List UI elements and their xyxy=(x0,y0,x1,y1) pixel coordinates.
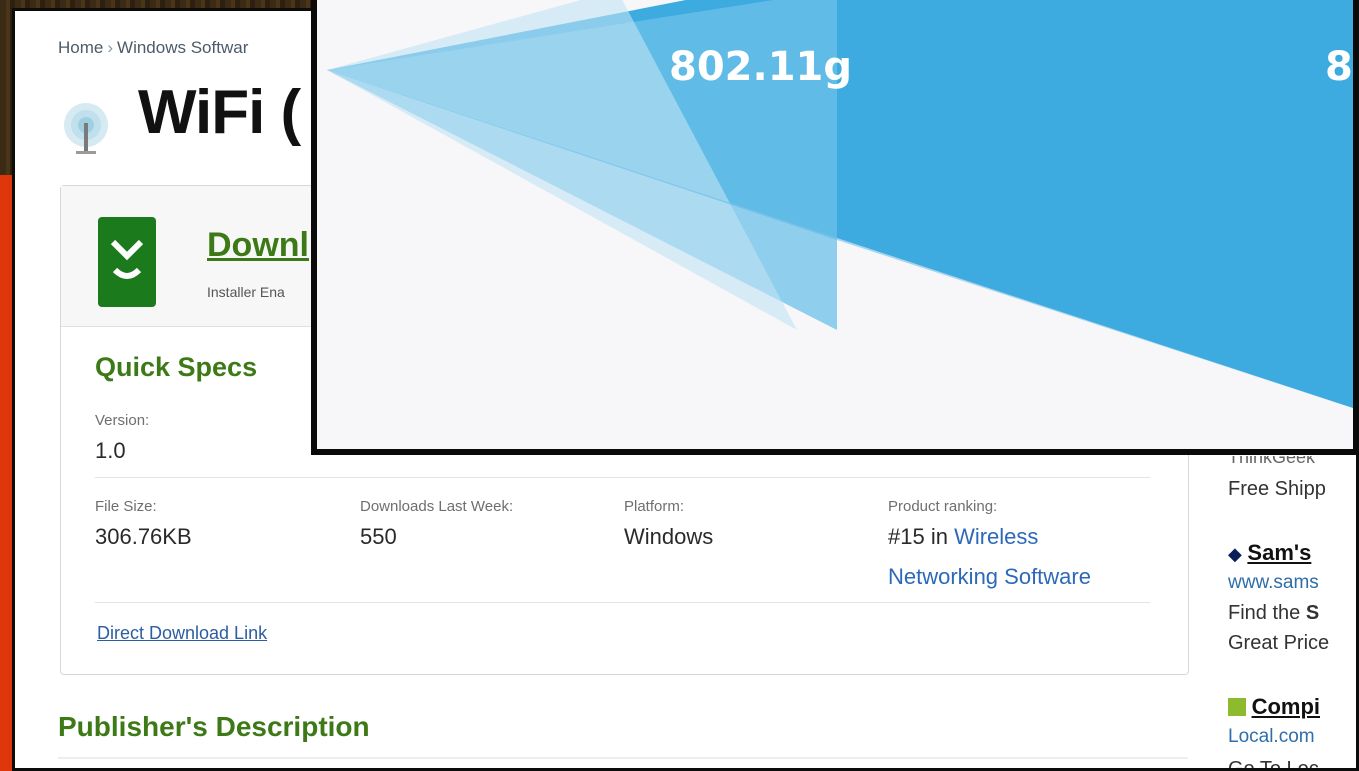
divider xyxy=(58,757,1188,759)
ad-title-link[interactable]: Compi xyxy=(1252,694,1320,719)
ranking-value: #15 in Wireless xyxy=(888,524,1038,550)
breadcrumb-home[interactable]: Home xyxy=(58,38,103,57)
ad-text: Great Price xyxy=(1228,632,1330,654)
standard-label-80211g: 802.11g xyxy=(669,44,852,90)
ad-url[interactable]: www.sams xyxy=(1228,572,1319,594)
ad-title-partial[interactable]: ThinkGeek xyxy=(1228,456,1315,470)
diamond-icon: ◆ xyxy=(1228,544,1242,564)
download-chevron-icon[interactable] xyxy=(98,217,156,307)
wifi-antenna-icon xyxy=(60,99,112,157)
ad-text: Find the S xyxy=(1228,602,1319,625)
direct-download-link[interactable]: Direct Download Link xyxy=(97,623,267,644)
ad-title-link[interactable]: Sam's xyxy=(1247,540,1311,565)
platform-value: Windows xyxy=(624,524,714,549)
ad-item[interactable]: Compi xyxy=(1228,694,1320,720)
ad-url[interactable]: Local.com xyxy=(1228,726,1315,748)
ad-item[interactable]: ◆ Sam's xyxy=(1228,540,1311,566)
breadcrumb: Home › Windows Softwar xyxy=(58,38,248,58)
quick-specs-heading: Quick Specs xyxy=(95,352,258,382)
divider xyxy=(95,602,1150,603)
ranking-label: Product ranking: xyxy=(888,498,998,515)
divider xyxy=(95,477,1150,478)
breadcrumb-separator: › xyxy=(107,38,114,57)
downloads-value: 550 xyxy=(360,524,397,549)
ad-text: Free Shipp xyxy=(1228,478,1326,500)
platform-label: Platform: xyxy=(624,498,685,515)
publisher-description-heading: Publisher's Description xyxy=(58,711,370,742)
ad-text-plain: Find the xyxy=(1228,602,1301,624)
version-value: 1.0 xyxy=(95,438,126,463)
file-size-label: File Size: xyxy=(95,498,157,515)
ranking-category-link-cont[interactable]: Networking Software xyxy=(888,564,1091,590)
standard-label-cut: 80 xyxy=(1325,44,1353,90)
installer-note: Installer Ena xyxy=(207,284,285,300)
ranking-category-link[interactable]: Wireless xyxy=(954,524,1038,549)
ranking-prefix: #15 in xyxy=(888,524,948,549)
file-size-value: 306.76KB xyxy=(95,524,192,549)
ad-text: Go To Loc xyxy=(1228,758,1319,771)
wifi-standard-overlay: 802.11g 80 xyxy=(311,0,1359,455)
downloads-label: Downloads Last Week: xyxy=(360,498,514,515)
breadcrumb-section[interactable]: Windows Softwar xyxy=(117,38,248,57)
local-logo-icon xyxy=(1228,698,1246,716)
download-button[interactable]: Downl xyxy=(207,226,309,265)
page-title: WiFi ( xyxy=(138,78,301,147)
ad-text-bold: S xyxy=(1305,602,1320,624)
version-label: Version: xyxy=(95,412,150,429)
